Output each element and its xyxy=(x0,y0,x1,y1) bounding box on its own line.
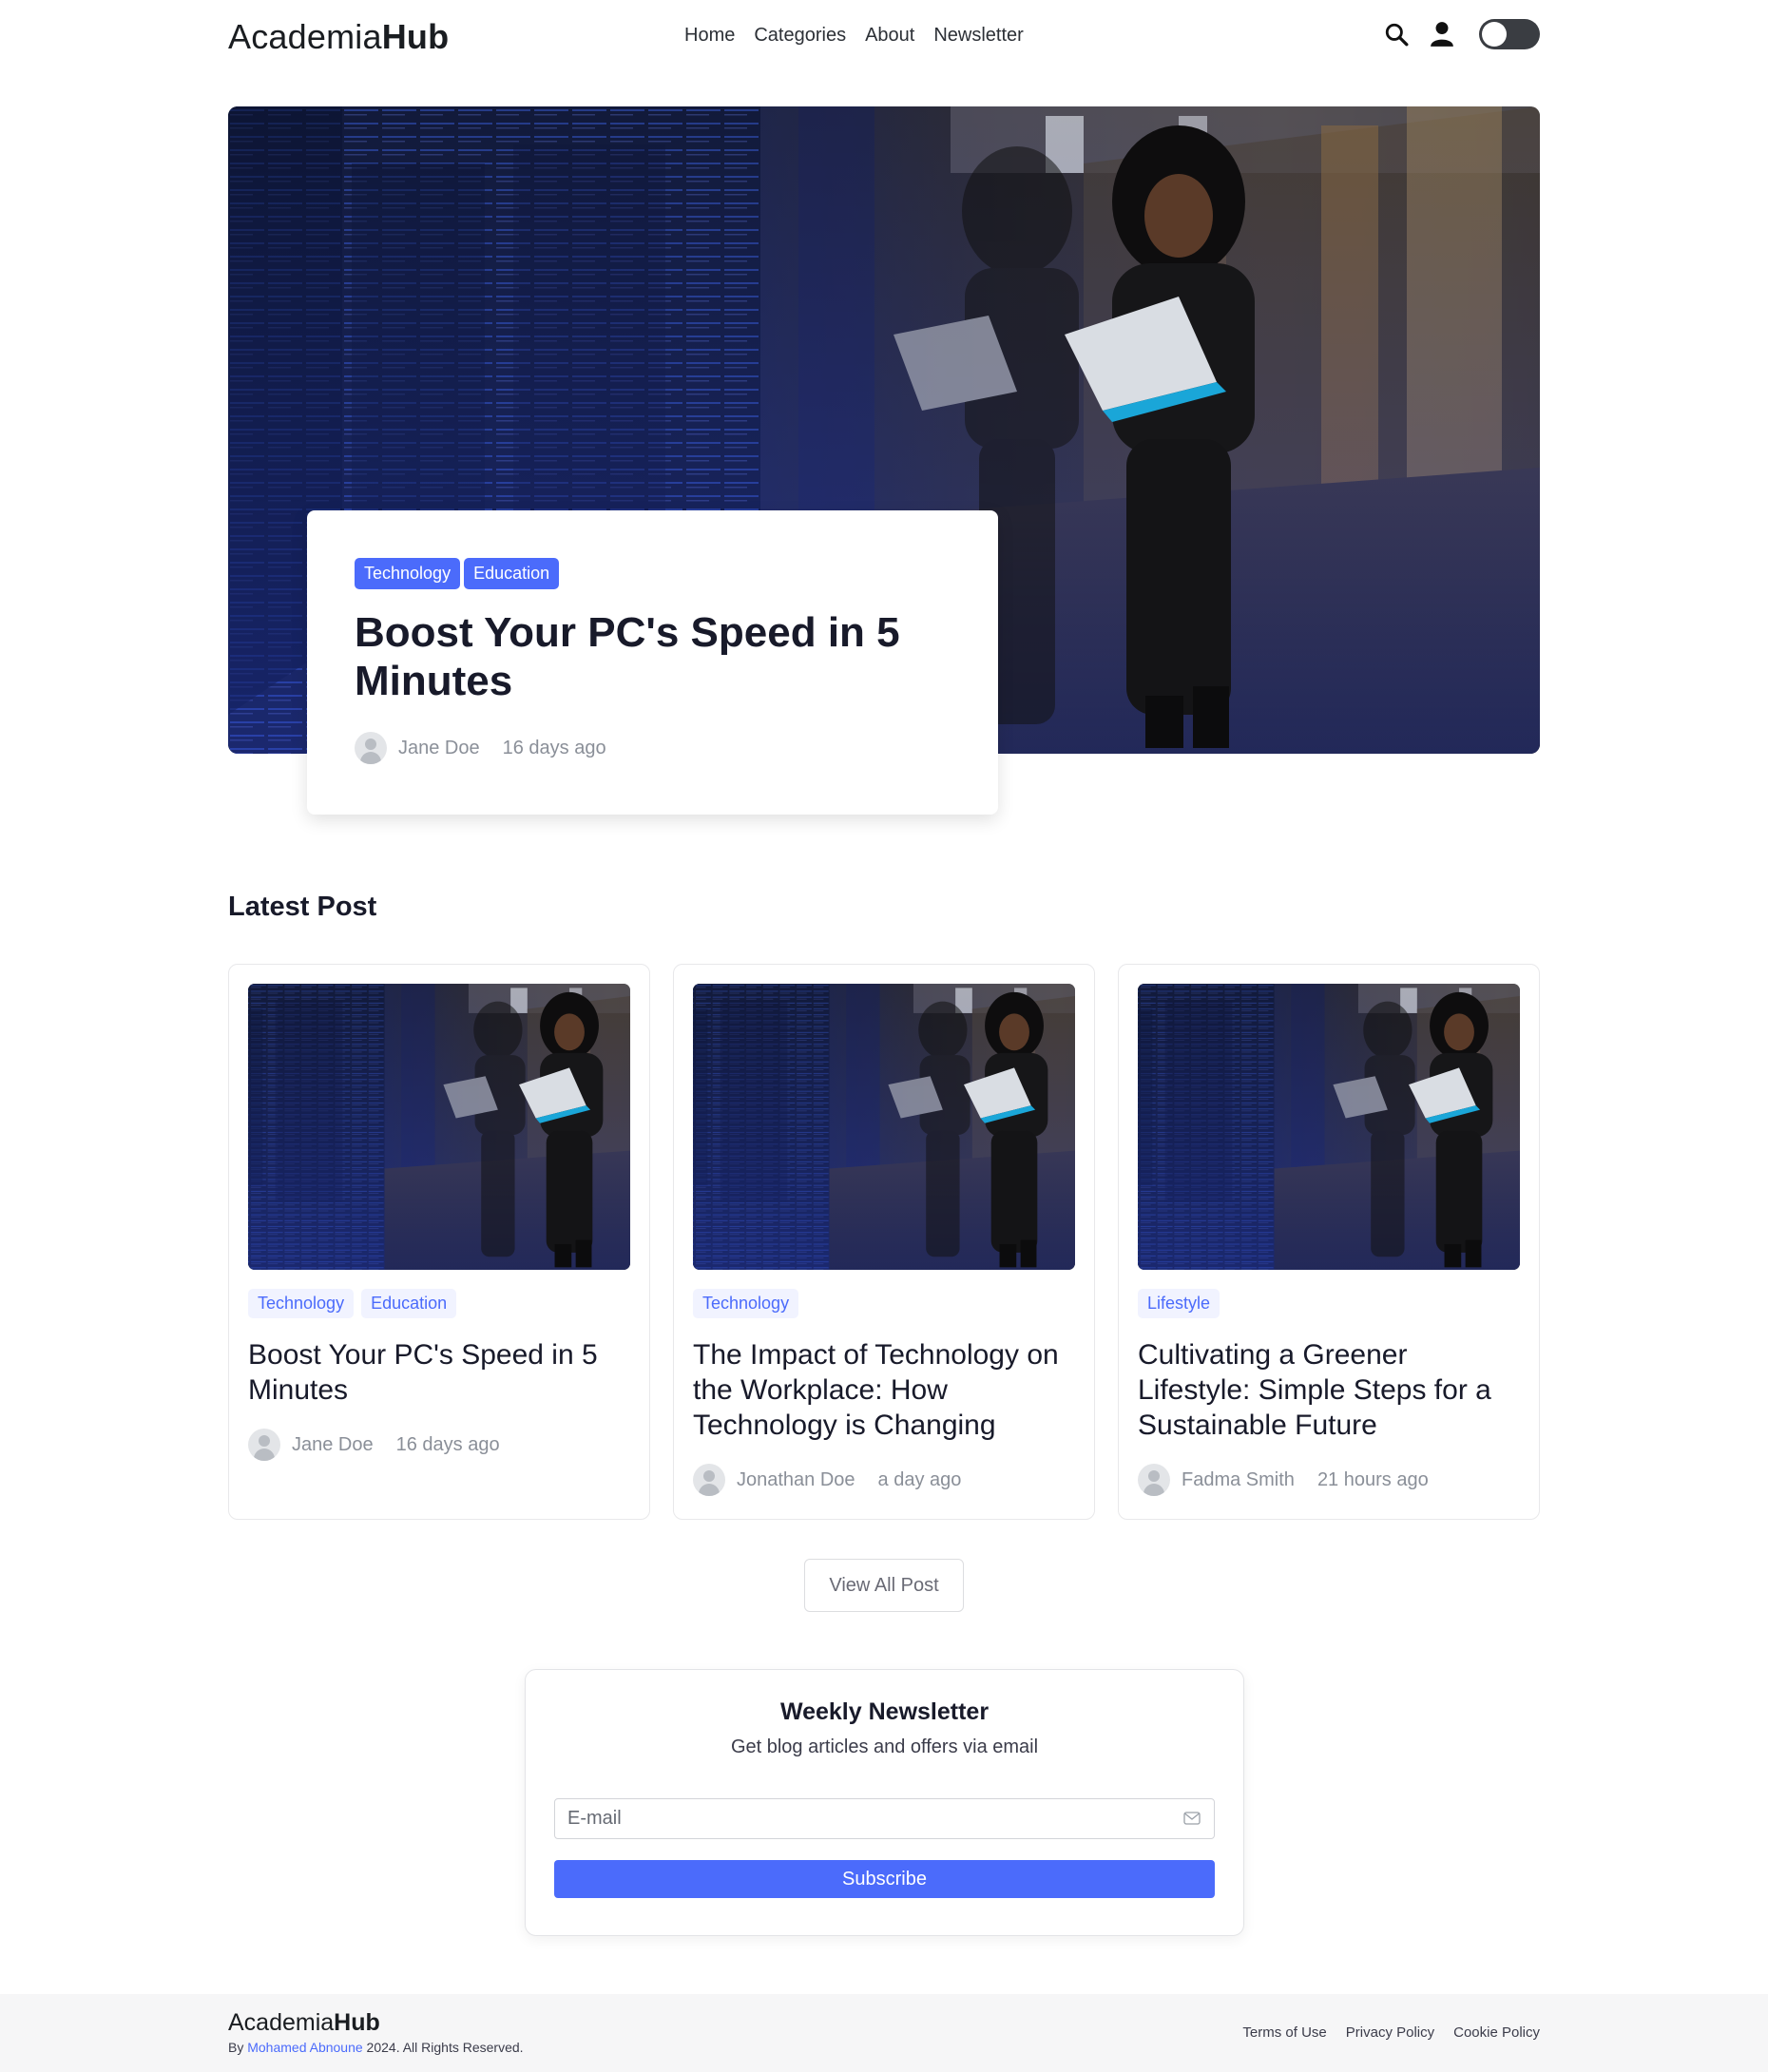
footer-logo-bold: Hub xyxy=(334,2009,380,2036)
subscribe-button[interactable]: Subscribe xyxy=(554,1860,1215,1898)
toggle-knob xyxy=(1482,22,1507,47)
post-card[interactable]: Technology The Impact of Technology on t… xyxy=(673,964,1095,1520)
section-title: Latest Post xyxy=(228,892,377,922)
copyright-rights: 2024. All Rights Reserved. xyxy=(362,2040,524,2055)
tag-education[interactable]: Education xyxy=(361,1289,457,1318)
newsletter-subtitle: Get blog articles and offers via email xyxy=(730,1736,1039,1757)
avatar xyxy=(1138,1464,1170,1496)
post-meta: Fadma Smith 21 hours ago xyxy=(1138,1464,1520,1496)
post-tags: Technology Education xyxy=(248,1289,630,1318)
email-input[interactable] xyxy=(555,1799,1214,1838)
post-thumbnail[interactable] xyxy=(693,984,1075,1270)
post-title[interactable]: Cultivating a Greener Lifestyle: Simple … xyxy=(1138,1337,1520,1443)
theme-toggle[interactable] xyxy=(1479,19,1540,49)
latest-posts: Technology Education Boost Your PC's Spe… xyxy=(228,964,1540,1520)
nav-about[interactable]: About xyxy=(865,25,914,47)
post-date: 16 days ago xyxy=(395,1433,500,1455)
nav-categories[interactable]: Categories xyxy=(754,25,846,47)
site-header: AcademiaHub Home Categories About Newsle… xyxy=(228,0,1540,78)
tag-technology[interactable]: Technology xyxy=(693,1289,799,1318)
post-title[interactable]: Boost Your PC's Speed in 5 Minutes xyxy=(248,1337,630,1408)
copyright-by: By xyxy=(228,2040,248,2055)
author-link[interactable]: Mohamed Abnoune xyxy=(247,2040,362,2055)
privacy-link[interactable]: Privacy Policy xyxy=(1346,2024,1434,2041)
author-name: Jane Doe xyxy=(398,737,480,758)
post-thumbnail[interactable] xyxy=(1138,984,1520,1270)
tag-technology[interactable]: Technology xyxy=(248,1289,355,1318)
post-date: 21 hours ago xyxy=(1316,1468,1429,1490)
post-date: 16 days ago xyxy=(502,737,606,758)
post-tags: Technology xyxy=(693,1289,1075,1318)
hero-card[interactable]: Technology Education Boost Your PC's Spee… xyxy=(307,510,998,815)
post-photo xyxy=(1138,984,1520,1270)
nav-newsletter[interactable]: Newsletter xyxy=(933,25,1023,47)
search-icon[interactable] xyxy=(1382,20,1411,48)
avatar xyxy=(355,732,387,764)
post-photo xyxy=(248,984,630,1270)
post-thumbnail[interactable] xyxy=(248,984,630,1270)
author-name: Jonathan Doe xyxy=(737,1468,855,1490)
footer-logo[interactable]: AcademiaHub xyxy=(228,2009,380,2037)
newsletter-title: Weekly Newsletter xyxy=(779,1698,990,1725)
view-all-posts-button[interactable]: View All Post xyxy=(804,1559,964,1612)
site-footer: AcademiaHub By Mohamed Abnoune 2024. All… xyxy=(0,1994,1768,2072)
header-actions xyxy=(1382,19,1540,49)
post-card[interactable]: Lifestyle Cultivating a Greener Lifestyl… xyxy=(1118,964,1540,1520)
mail-icon xyxy=(1183,1812,1201,1830)
copyright: By Mohamed Abnoune 2024. All Rights Rese… xyxy=(228,2040,524,2055)
post-date: a day ago xyxy=(877,1468,962,1490)
post-photo xyxy=(693,984,1075,1270)
author-name: Fadma Smith xyxy=(1182,1468,1295,1490)
author-name: Jane Doe xyxy=(292,1433,374,1455)
post-meta: Jane Doe 16 days ago xyxy=(248,1429,630,1461)
avatar xyxy=(693,1464,725,1496)
logo-light-text: Academia xyxy=(228,17,382,56)
cookie-link[interactable]: Cookie Policy xyxy=(1453,2024,1540,2041)
logo-bold-text: Hub xyxy=(381,17,450,56)
tag-lifestyle[interactable]: Lifestyle xyxy=(1138,1289,1220,1318)
post-meta: Jonathan Doe a day ago xyxy=(693,1464,1075,1496)
terms-link[interactable]: Terms of Use xyxy=(1242,2024,1326,2041)
newsletter-box: Weekly Newsletter Get blog articles and … xyxy=(525,1669,1244,1936)
hero-tag-technology[interactable]: Technology xyxy=(355,558,461,589)
site-logo[interactable]: AcademiaHub xyxy=(228,17,449,57)
avatar xyxy=(248,1429,280,1461)
post-tags: Lifestyle xyxy=(1138,1289,1520,1318)
post-title[interactable]: The Impact of Technology on the Workplac… xyxy=(693,1337,1075,1443)
hero-title[interactable]: Boost Your PC's Speed in 5 Minutes xyxy=(355,608,951,705)
hero-tag-education[interactable]: Education xyxy=(464,558,560,589)
hero-meta: Jane Doe 16 days ago xyxy=(355,732,951,764)
nav-home[interactable]: Home xyxy=(684,25,735,47)
user-icon[interactable] xyxy=(1428,20,1456,48)
footer-links: Terms of Use Privacy Policy Cookie Polic… xyxy=(1242,2024,1540,2041)
hero-tags: Technology Education xyxy=(355,558,951,589)
main-nav: Home Categories About Newsletter xyxy=(684,25,1024,47)
email-field xyxy=(554,1798,1215,1839)
post-card[interactable]: Technology Education Boost Your PC's Spe… xyxy=(228,964,650,1520)
footer-logo-light: Academia xyxy=(228,2009,335,2036)
